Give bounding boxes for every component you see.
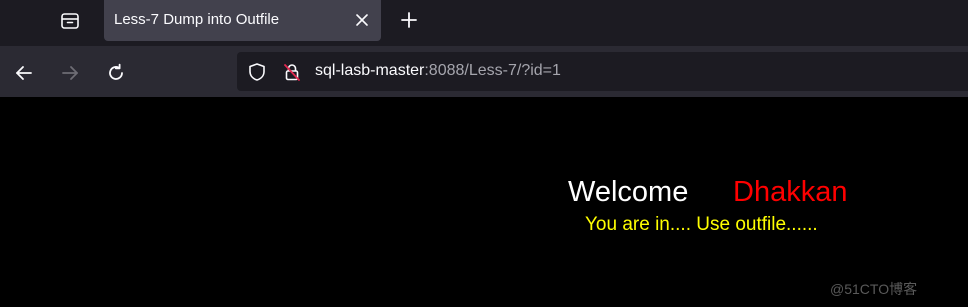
arrow-left-icon[interactable] xyxy=(12,61,36,85)
status-message: You are in.... Use outfile...... xyxy=(585,214,818,235)
close-icon[interactable] xyxy=(352,10,372,30)
url-host: sql-lasb-master xyxy=(315,62,425,79)
tab-title: Less-7 Dump into Outfile xyxy=(114,11,280,28)
plus-icon[interactable] xyxy=(397,8,421,32)
reload-icon[interactable] xyxy=(104,61,128,85)
welcome-text: Welcome xyxy=(568,176,689,208)
tab-active[interactable]: Less-7 Dump into Outfile xyxy=(104,0,381,41)
shield-icon[interactable] xyxy=(246,61,268,83)
user-name-text: Dhakkan xyxy=(733,176,848,208)
arrow-right-icon[interactable] xyxy=(58,61,82,85)
url-path: :8088/Less-7/?id=1 xyxy=(424,62,561,79)
insecure-lock-icon[interactable] xyxy=(281,61,303,83)
watermark: @51CTO博客 xyxy=(830,281,918,297)
url-text[interactable]: sql-lasb-master:8088/Less-7/?id=1 xyxy=(315,62,561,80)
tab-overview-icon[interactable] xyxy=(58,9,82,33)
